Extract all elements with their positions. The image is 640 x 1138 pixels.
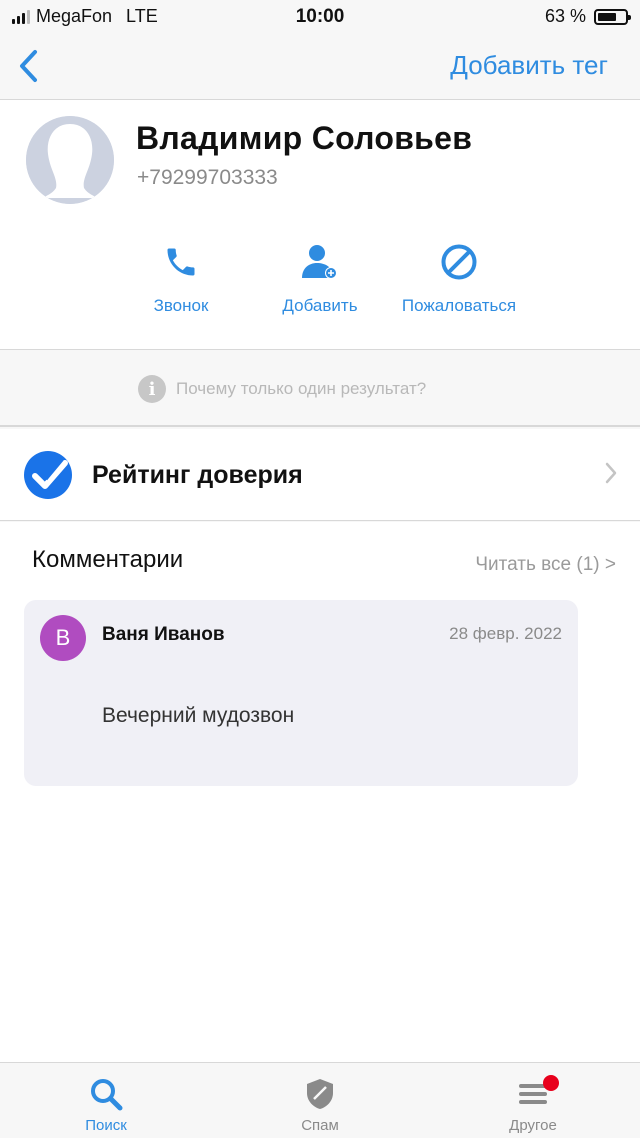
add-contact-button[interactable]: Добавить	[245, 238, 395, 316]
chevron-left-icon[interactable]	[14, 48, 44, 84]
battery-percent: 63 %	[544, 6, 586, 26]
tab-other[interactable]: Другое	[473, 1075, 593, 1134]
nav-bar: Добавить тег	[0, 34, 640, 100]
why-row: i Почему только один результат?	[138, 375, 426, 403]
tab-other-label: Другое	[509, 1117, 557, 1134]
why-one-result[interactable]: i Почему только один результат?	[0, 351, 640, 427]
add-contact-icon	[245, 238, 395, 286]
tab-spam[interactable]: Спам	[260, 1075, 380, 1134]
tab-search-label: Поиск	[85, 1117, 127, 1134]
notification-badge	[543, 1075, 559, 1091]
status-right: 63 %	[544, 6, 631, 27]
add-contact-label: Добавить	[282, 296, 358, 315]
comment-card[interactable]: В Ваня Иванов 28 февр. 2022 Вечерний муд…	[24, 600, 578, 786]
why-label: Почему только один результат?	[176, 379, 427, 398]
comments-title: Комментарии	[32, 546, 184, 573]
block-icon	[384, 238, 534, 286]
comments-section: Комментарии Читать все (1) > В Ваня Иван…	[0, 522, 640, 1062]
comment-author: Ваня Иванов	[102, 624, 225, 645]
tab-search[interactable]: Поиск	[46, 1075, 166, 1134]
trust-rating-row[interactable]: Рейтинг доверия	[0, 429, 640, 521]
comment-text: Вечерний мудозвон	[102, 704, 295, 727]
report-button[interactable]: Пожаловаться	[384, 238, 534, 316]
chevron-right-icon	[604, 461, 618, 490]
menu-icon	[473, 1075, 593, 1113]
trust-rating-label: Рейтинг доверия	[92, 461, 303, 489]
contact-name: Владимир Соловьев	[136, 120, 473, 156]
add-tag-button[interactable]: Добавить тег	[450, 50, 608, 81]
search-icon	[46, 1075, 166, 1113]
comment-avatar: В	[40, 615, 86, 661]
contact-card: Владимир Соловьев +79299703333 Звонок До…	[0, 100, 640, 350]
call-button[interactable]: Звонок	[106, 238, 256, 316]
call-label: Звонок	[153, 296, 209, 315]
tab-spam-label: Спам	[301, 1117, 339, 1134]
comment-date: 28 февр. 2022	[449, 624, 562, 643]
phone-icon	[106, 238, 256, 286]
read-all-link[interactable]: Читать все (1) >	[475, 554, 616, 576]
battery-icon	[594, 8, 631, 25]
report-label: Пожаловаться	[401, 296, 517, 315]
info-icon: i	[138, 375, 166, 403]
shield-icon	[260, 1075, 380, 1113]
check-badge-icon	[22, 449, 74, 506]
tab-bar: Поиск Спам Другое	[0, 1062, 640, 1138]
avatar	[26, 116, 114, 204]
contact-phone: +79299703333	[137, 166, 278, 189]
status-bar: MegaFon LTE 10:00 63 %	[0, 0, 640, 34]
